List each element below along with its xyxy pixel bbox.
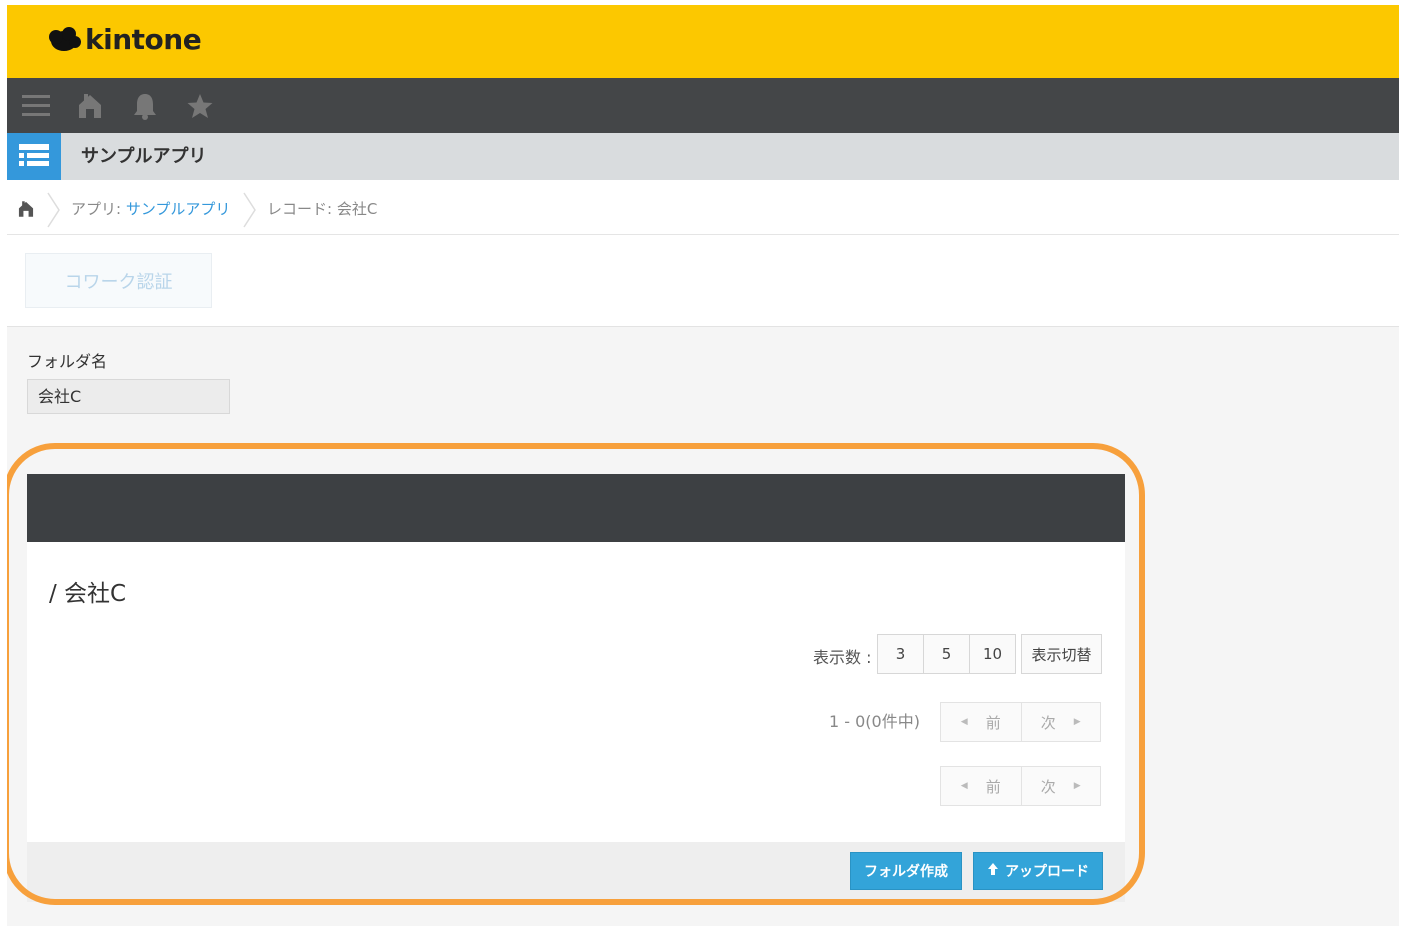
kintone-logo[interactable]: kintone: [47, 23, 202, 56]
menu-icon[interactable]: [13, 78, 59, 133]
display-count-label: 表示数 :: [813, 648, 872, 667]
display-count-10-button[interactable]: 10: [969, 634, 1016, 674]
file-panel-footer: フォルダ作成 アップロード: [27, 842, 1125, 902]
pager-bottom: ◀ 前 次 ▶: [940, 766, 1101, 806]
cowork-auth-button[interactable]: コワーク認証: [25, 253, 212, 308]
app-window: kintone サンプルアプリ アプリ: サンプルアプリ レコード: 会社C コ…: [7, 5, 1399, 926]
file-panel-header: [27, 474, 1125, 542]
kintone-cloud-icon: [47, 27, 81, 53]
next-label: 次: [1040, 777, 1056, 796]
create-folder-label: フォルダ作成: [864, 864, 948, 880]
app-title[interactable]: サンプルアプリ: [81, 133, 206, 180]
prev-page-button[interactable]: ◀ 前: [941, 767, 1021, 805]
next-label: 次: [1040, 713, 1056, 732]
breadcrumb-home-icon[interactable]: [17, 200, 35, 222]
breadcrumb-app: アプリ: サンプルアプリ: [71, 180, 230, 238]
upload-label: アップロード: [1005, 864, 1089, 880]
breadcrumb-app-prefix: アプリ:: [71, 200, 126, 218]
page-range-text: 1 - 0(0件中): [829, 712, 920, 731]
create-folder-button[interactable]: フォルダ作成: [850, 852, 962, 890]
app-title-bar: サンプルアプリ: [7, 133, 1399, 180]
caret-left-icon: ◀: [960, 717, 968, 727]
breadcrumb: アプリ: サンプルアプリ レコード: 会社C: [7, 180, 1399, 235]
prev-label: 前: [985, 713, 1001, 732]
caret-right-icon: ▶: [1073, 781, 1081, 791]
prev-label: 前: [985, 777, 1001, 796]
display-count-3-button[interactable]: 3: [877, 634, 924, 674]
breadcrumb-app-link[interactable]: サンプルアプリ: [126, 200, 231, 218]
breadcrumb-record: レコード: 会社C: [267, 200, 378, 218]
prev-page-button[interactable]: ◀ 前: [941, 703, 1021, 741]
next-page-button[interactable]: 次 ▶: [1020, 703, 1101, 741]
bell-icon[interactable]: [122, 78, 168, 133]
brand-name: kintone: [85, 23, 202, 56]
current-path: / 会社C: [49, 581, 127, 607]
display-count-5-button[interactable]: 5: [923, 634, 970, 674]
record-toolbar: コワーク認証: [7, 235, 1399, 327]
home-icon[interactable]: [67, 78, 113, 133]
caret-left-icon: ◀: [960, 781, 968, 791]
breadcrumb-separator-icon: [243, 192, 257, 232]
breadcrumb-separator-icon: [47, 192, 61, 232]
folder-name-label: フォルダ名: [27, 352, 108, 371]
next-page-button[interactable]: 次 ▶: [1020, 767, 1101, 805]
top-header: kintone: [7, 5, 1399, 78]
folder-name-value: 会社C: [27, 379, 230, 414]
list-icon[interactable]: [7, 133, 61, 180]
star-icon[interactable]: [177, 78, 223, 133]
arrow-up-icon: [987, 862, 999, 880]
toggle-view-button[interactable]: 表示切替: [1021, 634, 1102, 674]
global-nav: [7, 78, 1399, 133]
caret-right-icon: ▶: [1073, 717, 1081, 727]
upload-button[interactable]: アップロード: [973, 852, 1103, 890]
file-browser-panel: / 会社C 表示数 : 3 5 10 表示切替 1 - 0(0件中) ◀ 前 次…: [27, 474, 1125, 902]
pager-top: ◀ 前 次 ▶: [940, 702, 1101, 742]
